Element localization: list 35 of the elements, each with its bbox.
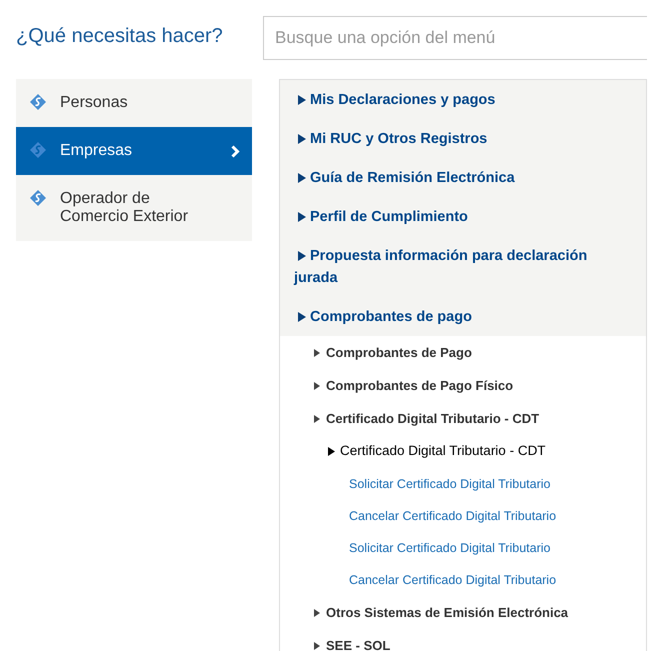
submenu-item[interactable]: Certificado Digital Tributario - CDT (314, 402, 540, 435)
menu-link[interactable]: Cancelar Certificado Digital Tributario (349, 506, 556, 526)
diamond-icon (30, 94, 46, 110)
menu-item[interactable]: Mi RUC y Otros Registros (280, 119, 646, 158)
diamond-icon (30, 142, 46, 158)
triangle-icon (314, 414, 320, 422)
submenu-item[interactable]: Otros Sistemas de Emisión Electrónica (314, 596, 568, 629)
triangle-icon (314, 608, 320, 616)
page-heading: ¿Qué necesitas hacer? (15, 24, 224, 48)
triangle-icon (328, 447, 335, 456)
diamond-icon (30, 190, 46, 206)
triangle-icon (298, 172, 306, 182)
menu-item[interactable]: Guía de Remisión Electrónica (280, 158, 646, 197)
triangle-icon (314, 382, 320, 390)
menu-item[interactable]: Comprobantes de pago (280, 297, 646, 336)
menu-item[interactable]: Perfil de Cumplimiento (280, 197, 646, 236)
submenu-item[interactable]: Comprobantes de Pago (314, 336, 472, 369)
menu-item[interactable]: Propuesta información para declaración jurada (280, 236, 646, 297)
menu-link[interactable]: Solicitar Certificado Digital Tributario (349, 474, 550, 494)
chevron-right-icon (231, 145, 240, 158)
menu-item[interactable]: Mis Declaraciones y pagos (280, 80, 646, 119)
menu-link[interactable]: Solicitar Certificado Digital Tributario (349, 538, 550, 558)
submenu-item[interactable]: SEE - SOL (314, 629, 390, 651)
triangle-icon (314, 642, 320, 650)
category-item[interactable]: Empresas (16, 127, 252, 175)
triangle-icon (298, 312, 306, 322)
submenu-item[interactable]: Certificado Digital Tributario - CDT (328, 435, 546, 468)
submenu-item[interactable]: Comprobantes de Pago Físico (314, 369, 514, 402)
triangle-icon (298, 212, 306, 222)
triangle-icon (314, 348, 320, 356)
triangle-icon (298, 94, 306, 104)
triangle-icon (298, 134, 306, 144)
triangle-icon (298, 250, 306, 260)
menu-link[interactable]: Cancelar Certificado Digital Tributario (349, 570, 556, 590)
search-field[interactable]: Busque una opción del menú (263, 16, 647, 60)
